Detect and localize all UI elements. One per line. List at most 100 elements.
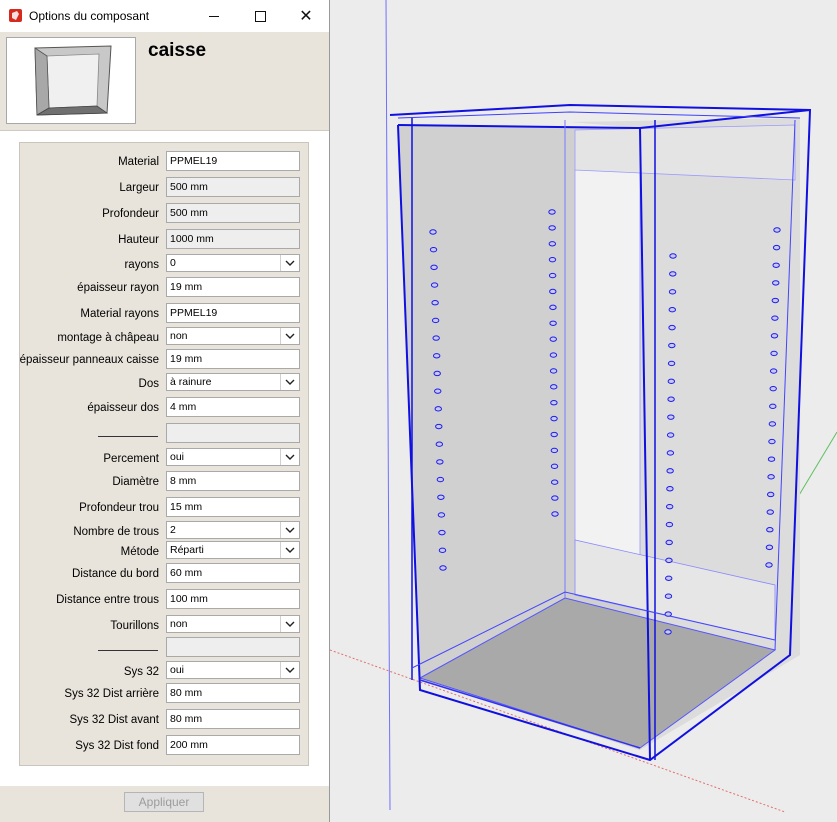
separator-line <box>98 436 158 437</box>
options-form: Material PPMEL19 Largeur 500 mm Profondeur 50… <box>19 142 309 766</box>
form-row: rayons 0 <box>20 254 310 276</box>
text-field[interactable]: 80 mm <box>166 683 300 703</box>
drill-hole <box>430 282 439 288</box>
text-field[interactable]: 15 mm <box>166 497 300 517</box>
field-value: oui <box>170 451 185 463</box>
drill-hole <box>549 352 558 358</box>
field-value: PPMEL19 <box>170 307 218 319</box>
maximize-button[interactable] <box>237 0 283 32</box>
text-field[interactable]: 80 mm <box>166 709 300 729</box>
chevron-down-icon[interactable] <box>280 328 299 344</box>
drill-hole <box>771 315 779 321</box>
drill-hole <box>434 388 442 394</box>
drill-hole <box>439 565 447 571</box>
3d-viewport[interactable] <box>330 0 837 822</box>
form-row <box>20 423 310 445</box>
empty-field <box>166 637 300 657</box>
field-value: 1000 mm <box>170 233 214 245</box>
drill-hole <box>772 244 781 251</box>
component-options-dialog: Options du composant ✕ caisse Material PP… <box>0 0 330 822</box>
field-value: 8 mm <box>170 475 197 487</box>
select-field[interactable]: 0 <box>166 254 300 272</box>
drill-hole <box>666 486 674 492</box>
drill-hole <box>772 262 780 268</box>
drill-hole <box>765 562 773 568</box>
field-label: Métode <box>120 546 159 558</box>
drill-hole <box>433 370 441 377</box>
form-row: Métode Réparti <box>20 541 310 563</box>
drill-hole <box>550 384 558 390</box>
field-value: 60 mm <box>170 567 203 579</box>
drill-hole <box>668 289 677 295</box>
chevron-down-icon[interactable] <box>280 449 299 465</box>
field-label: Percement <box>103 453 159 465</box>
drill-hole <box>549 304 557 311</box>
field-value: 200 mm <box>170 739 208 751</box>
cabinet-model[interactable] <box>330 0 837 822</box>
field-label: Largeur <box>119 182 159 194</box>
field-value: 19 mm <box>170 353 203 365</box>
sketchup-icon <box>9 9 22 22</box>
text-field[interactable]: 19 mm <box>166 349 300 369</box>
title-bar: Options du composant ✕ <box>0 0 329 32</box>
field-label: épaisseur rayon <box>77 282 159 294</box>
form-row <box>20 637 310 659</box>
drill-hole <box>770 350 778 357</box>
text-field[interactable]: 4 mm <box>166 397 300 417</box>
text-field[interactable]: 200 mm <box>166 735 300 755</box>
select-field[interactable]: 2 <box>166 521 300 539</box>
select-field[interactable]: à rainure <box>166 373 300 391</box>
apply-button[interactable]: Appliquer <box>124 792 204 812</box>
drill-hole <box>550 463 559 470</box>
select-field[interactable]: non <box>166 615 300 633</box>
drill-hole <box>548 272 557 279</box>
close-button[interactable]: ✕ <box>283 0 329 32</box>
field-value: 500 mm <box>170 207 208 219</box>
text-field[interactable]: 8 mm <box>166 471 300 491</box>
chevron-down-icon[interactable] <box>280 542 299 558</box>
drill-hole <box>438 547 447 554</box>
field-value: Réparti <box>170 544 204 556</box>
field-label: Sys 32 Dist arrière <box>64 688 159 700</box>
field-value: 4 mm <box>170 401 197 413</box>
field-label: Profondeur trou <box>79 502 159 514</box>
drill-hole <box>437 512 446 518</box>
form-row: Percement oui <box>20 448 310 470</box>
component-name: caisse <box>148 40 207 61</box>
drill-hole <box>550 447 559 454</box>
drill-hole <box>550 400 558 406</box>
form-row: montage à châpeau non <box>20 327 310 349</box>
text-field[interactable]: 60 mm <box>166 563 300 583</box>
select-field[interactable]: non <box>166 327 300 345</box>
drill-hole <box>667 378 676 385</box>
readonly-field: 1000 mm <box>166 229 300 249</box>
drill-hole <box>549 368 558 374</box>
form-row: Profondeur trou 15 mm <box>20 497 310 519</box>
chevron-down-icon[interactable] <box>280 522 299 538</box>
select-field[interactable]: oui <box>166 448 300 466</box>
drill-hole <box>666 468 674 474</box>
field-value: 80 mm <box>170 713 203 725</box>
chevron-down-icon[interactable] <box>280 374 299 390</box>
chevron-down-icon[interactable] <box>280 255 299 271</box>
chevron-down-icon[interactable] <box>280 662 299 678</box>
field-label: montage à châpeau <box>57 332 159 344</box>
minimize-button[interactable] <box>191 0 237 32</box>
select-field[interactable]: Réparti <box>166 541 300 559</box>
text-field[interactable]: 19 mm <box>166 277 300 297</box>
text-field[interactable]: PPMEL19 <box>166 151 300 171</box>
drill-hole <box>773 227 781 233</box>
drill-hole <box>664 611 672 617</box>
text-field[interactable]: PPMEL19 <box>166 303 300 323</box>
select-field[interactable]: oui <box>166 661 300 679</box>
drill-hole <box>548 241 557 247</box>
field-value: PPMEL19 <box>170 155 218 167</box>
drill-hole <box>669 271 677 277</box>
field-value: 80 mm <box>170 687 203 699</box>
form-row: Hauteur 1000 mm <box>20 229 310 251</box>
text-field[interactable]: 100 mm <box>166 589 300 609</box>
field-label: Dos <box>138 378 159 390</box>
chevron-down-icon[interactable] <box>280 616 299 632</box>
field-value: non <box>170 330 188 342</box>
drill-hole <box>550 479 559 485</box>
